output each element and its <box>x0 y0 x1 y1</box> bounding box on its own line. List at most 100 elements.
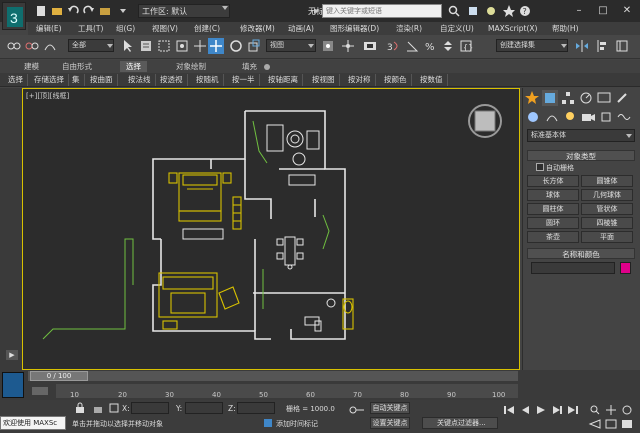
sel-by-symmetry[interactable]: 按对称 <box>344 74 376 86</box>
tube-button[interactable]: 管状体 <box>581 203 633 215</box>
spinner-snap-icon[interactable] <box>440 38 456 54</box>
tab-selection[interactable]: 选择 <box>120 61 147 72</box>
select-and-scale-icon[interactable] <box>246 38 262 54</box>
key-icon[interactable] <box>348 404 366 416</box>
name-and-color-rollout[interactable]: 名称和颜色 <box>527 248 635 259</box>
search-input[interactable]: 键入关键字或短语 <box>322 4 442 18</box>
tab-modeling[interactable]: 建模 <box>18 61 45 72</box>
snaps-toggle-icon[interactable]: 3 <box>386 38 402 54</box>
sel-by-numeric[interactable]: 按数值 <box>416 74 448 86</box>
angle-snap-icon[interactable] <box>404 38 420 54</box>
display-panel-icon[interactable] <box>596 90 612 106</box>
cone-button[interactable]: 圆锥体 <box>581 175 633 187</box>
sel-store-selection[interactable]: 存储选择 <box>30 74 69 86</box>
object-name-input[interactable] <box>531 262 615 274</box>
teapot-button[interactable]: 茶壶 <box>527 231 579 243</box>
select-and-rotate-icon[interactable] <box>228 38 244 54</box>
viewport-layout-toggle-button[interactable]: ▶ <box>6 350 18 360</box>
favorites-star-icon[interactable] <box>502 4 516 18</box>
menu-modifiers[interactable]: 修改器(M) <box>240 23 275 34</box>
sel-select[interactable]: 选择 <box>4 74 28 86</box>
z-coord-input[interactable] <box>237 402 275 414</box>
mirror-icon[interactable] <box>574 38 590 54</box>
orbit-icon[interactable] <box>620 404 634 416</box>
zoom-extents-icon[interactable] <box>604 418 618 430</box>
sel-by-half[interactable]: 按一半 <box>228 74 260 86</box>
object-category-dropdown[interactable]: 标准基本体 <box>527 129 635 142</box>
hierarchy-panel-icon[interactable] <box>560 90 576 106</box>
menu-help[interactable]: 帮助(H) <box>552 23 579 34</box>
tab-freeform[interactable]: 自由形式 <box>56 61 98 72</box>
geometry-icon[interactable] <box>526 110 542 124</box>
menu-group[interactable]: 组(G) <box>116 23 135 34</box>
selection-lock-icon[interactable] <box>74 402 86 414</box>
help-icon[interactable]: ? <box>518 4 532 18</box>
sel-by-view[interactable]: 按视图 <box>308 74 340 86</box>
key-filters-button[interactable]: 关键点过滤器... <box>422 417 498 429</box>
object-type-rollout[interactable]: 对象类型 <box>527 150 635 161</box>
set-key-button[interactable]: 设置关键点 <box>370 417 410 429</box>
sel-by-color[interactable]: 按颜色 <box>380 74 412 86</box>
search-icon[interactable] <box>447 4 461 18</box>
window-crossing-icon[interactable] <box>174 38 190 54</box>
named-selection-sets-dropdown[interactable]: 创建选择集 <box>496 39 568 52</box>
menu-edit[interactable]: 编辑(E) <box>36 23 62 34</box>
geosphere-button[interactable]: 几何球体 <box>581 189 633 201</box>
sphere-button[interactable]: 球体 <box>527 189 579 201</box>
previous-frame-icon[interactable] <box>518 404 532 416</box>
y-coord-input[interactable] <box>185 402 223 414</box>
menu-customize[interactable]: 自定义(U) <box>440 23 474 34</box>
top-viewport[interactable] <box>22 88 520 370</box>
object-color-swatch[interactable] <box>620 262 631 274</box>
menu-views[interactable]: 视图(V) <box>152 23 178 34</box>
go-to-end-icon[interactable] <box>566 404 580 416</box>
keyboard-shortcut-override-icon[interactable] <box>362 38 378 54</box>
select-by-name-icon[interactable] <box>138 38 154 54</box>
menu-graph-editors[interactable]: 图形编辑器(D) <box>330 23 379 34</box>
play-icon[interactable] <box>534 404 548 416</box>
link-icon[interactable] <box>6 38 22 54</box>
subscription-icon[interactable] <box>466 4 480 18</box>
toggle-scene-explorer-icon[interactable] <box>614 38 630 54</box>
menu-rendering[interactable]: 渲染(R) <box>396 23 422 34</box>
next-frame-icon[interactable] <box>550 404 564 416</box>
menu-tools[interactable]: 工具(T) <box>78 23 103 34</box>
minimize-button[interactable]: – <box>568 3 590 19</box>
pivot-center-icon[interactable] <box>320 38 336 54</box>
rectangular-selection-icon[interactable] <box>156 38 172 54</box>
select-and-move-icon[interactable] <box>208 38 224 54</box>
modify-panel-icon[interactable] <box>542 90 558 106</box>
x-coord-input[interactable] <box>131 402 169 414</box>
tab-populate[interactable]: 填充 <box>236 61 263 72</box>
helpers-icon[interactable] <box>598 110 614 124</box>
absolute-mode-icon[interactable] <box>108 402 120 414</box>
autogrid-checkbox[interactable] <box>536 163 544 171</box>
create-panel-icon[interactable] <box>524 90 540 106</box>
go-to-start-icon[interactable] <box>502 404 516 416</box>
maximize-viewport-icon[interactable] <box>620 418 634 430</box>
ribbon-options-icon[interactable] <box>262 62 272 72</box>
tab-object-paint[interactable]: 对象绘制 <box>170 61 212 72</box>
lock-icon[interactable] <box>92 402 104 414</box>
motion-panel-icon[interactable] <box>578 90 594 106</box>
field-of-view-icon[interactable] <box>588 418 602 430</box>
box-button[interactable]: 长方体 <box>527 175 579 187</box>
auto-key-button[interactable]: 自动关键点 <box>370 402 410 414</box>
zoom-icon[interactable] <box>588 404 602 416</box>
time-tag-icon[interactable] <box>262 416 274 430</box>
maximize-button[interactable]: □ <box>592 3 614 19</box>
add-time-tag[interactable]: 添加时间标记 <box>276 419 318 429</box>
sel-by-perspective[interactable]: 按透视 <box>156 74 188 86</box>
menu-animation[interactable]: 动画(A) <box>288 23 314 34</box>
track-bar-toggle-icon[interactable] <box>30 384 52 398</box>
sel-by-surface[interactable]: 按曲面 <box>86 74 118 86</box>
bind-space-warp-icon[interactable] <box>42 38 58 54</box>
menu-create[interactable]: 创建(C) <box>194 23 220 34</box>
mini-curve-editor-button[interactable] <box>2 372 24 398</box>
lights-icon[interactable] <box>562 110 578 124</box>
unlink-icon[interactable] <box>24 38 40 54</box>
maxscript-listener-mini[interactable]: 欢迎使用 MAXSc <box>0 416 66 430</box>
pyramid-button[interactable]: 四棱锥 <box>581 217 633 229</box>
sel-by-random[interactable]: 按随机 <box>192 74 224 86</box>
cylinder-button[interactable]: 圆柱体 <box>527 203 579 215</box>
